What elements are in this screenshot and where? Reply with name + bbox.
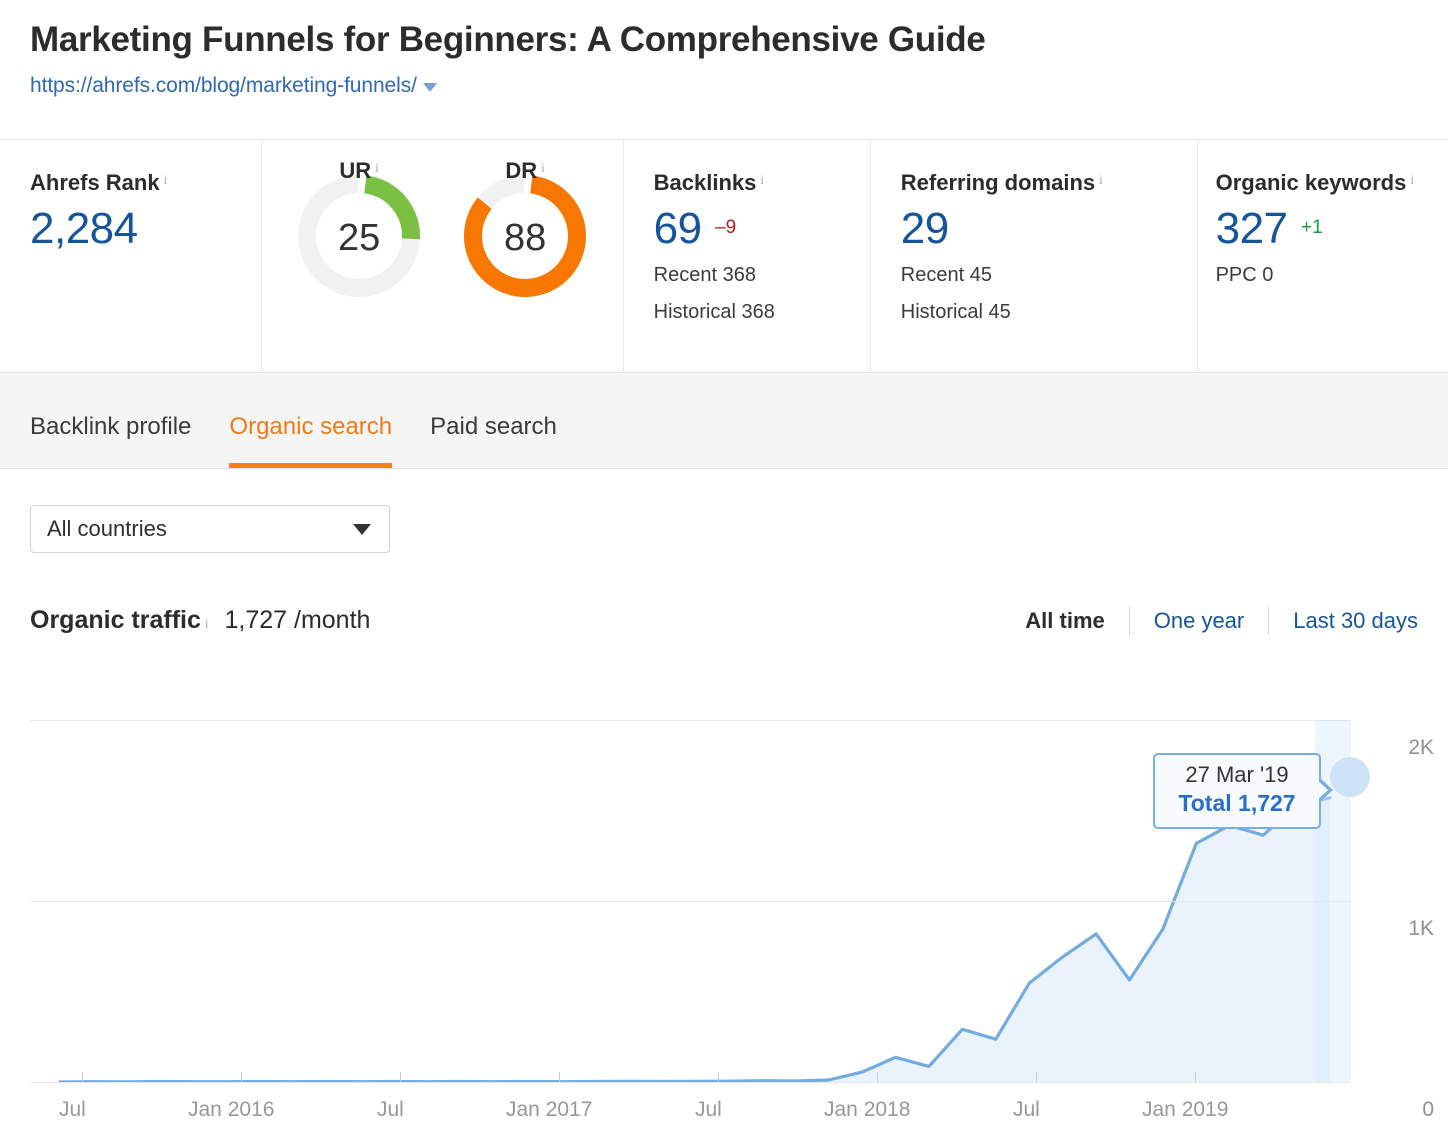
- chart-tooltip: 27 Mar '19 Total 1,727: [1153, 753, 1321, 829]
- page-header: Marketing Funnels for Beginners: A Compr…: [0, 0, 1448, 140]
- chevron-down-icon: [353, 524, 371, 535]
- filter-row: All countries: [0, 469, 1448, 553]
- tab-paid-search[interactable]: Paid search: [430, 413, 557, 468]
- info-icon[interactable]: i: [1099, 172, 1103, 187]
- country-select[interactable]: All countries: [30, 505, 390, 553]
- metric-organic-keywords: Organic keywordsi 327 +1 PPC 0: [1198, 140, 1448, 372]
- info-icon[interactable]: i: [164, 172, 168, 187]
- xtick: [82, 1072, 83, 1082]
- tooltip-date: 27 Mar '19: [1167, 762, 1307, 788]
- metric-label-dr: DR: [505, 158, 537, 184]
- metric-referring-domains-historical: Historical 45: [901, 295, 1197, 329]
- metric-delta-organic-keywords: +1: [1301, 217, 1323, 238]
- time-range-links: All time One year Last 30 days: [1001, 607, 1418, 635]
- metric-value-referring-domains: 29: [901, 204, 949, 255]
- metric-backlinks-recent: Recent 368: [654, 258, 870, 292]
- tab-backlink-profile[interactable]: Backlink profile: [30, 413, 191, 468]
- range-last-30-days[interactable]: Last 30 days: [1269, 608, 1418, 634]
- metric-value-organic-keywords: 327: [1216, 204, 1288, 255]
- metric-ppc: PPC 0: [1216, 258, 1448, 292]
- metric-referring-domains: Referring domains i 29 Recent 45 Historic…: [871, 140, 1198, 372]
- metrics-bar: Ahrefs Rank i 2,284 URi 25 DRi 88 Backlin…: [0, 140, 1448, 373]
- range-all-time[interactable]: All time: [1001, 608, 1128, 634]
- info-icon[interactable]: i: [375, 160, 379, 175]
- gauge-ur: URi 25: [289, 162, 429, 302]
- xtick: [718, 1072, 719, 1082]
- organic-traffic-label: Organic traffic: [30, 606, 201, 635]
- page-url-row[interactable]: https://ahrefs.com/blog/marketing-funnel…: [30, 74, 1418, 98]
- ytick-label-0: 0: [1422, 1098, 1434, 1122]
- info-icon[interactable]: i: [205, 616, 209, 632]
- metric-label-ahrefs-rank: Ahrefs Rank: [30, 170, 160, 196]
- metric-label-organic-keywords: Organic keywords: [1216, 170, 1407, 196]
- xtick: [1195, 1072, 1196, 1082]
- xtick-label: Jul: [377, 1098, 404, 1122]
- ytick-label-2k: 2K: [1408, 736, 1434, 760]
- info-icon[interactable]: i: [1410, 172, 1414, 187]
- xtick: [559, 1072, 560, 1082]
- metric-delta-backlinks: –9: [715, 217, 736, 238]
- xtick: [877, 1072, 878, 1082]
- xtick-label: Jan 2017: [506, 1098, 592, 1122]
- info-icon[interactable]: i: [541, 160, 545, 175]
- tooltip-total: Total 1,727: [1167, 790, 1307, 817]
- range-one-year[interactable]: One year: [1130, 608, 1269, 634]
- info-icon[interactable]: i: [760, 172, 764, 187]
- gauge-dr-title: DR i: [455, 158, 595, 184]
- xtick-label: Jan 2019: [1142, 1098, 1228, 1122]
- xtick-label: Jan 2018: [824, 1098, 910, 1122]
- xtick-label: Jul: [1013, 1098, 1040, 1122]
- xtick-label: Jul: [59, 1098, 86, 1122]
- tab-organic-search[interactable]: Organic search: [229, 413, 392, 468]
- ytick-label-1k: 1K: [1408, 917, 1434, 941]
- gauge-ur-title: UR i: [289, 158, 429, 184]
- metric-label-backlinks: Backlinks: [654, 170, 757, 196]
- metric-value-ahrefs-rank: 2,284: [30, 204, 138, 255]
- tooltip-arrow: [1319, 777, 1333, 803]
- chevron-down-icon[interactable]: [423, 83, 437, 92]
- gridline-0: [30, 1082, 1350, 1083]
- metric-referring-domains-recent: Recent 45: [901, 258, 1197, 292]
- page-url-link[interactable]: https://ahrefs.com/blog/marketing-funnel…: [30, 74, 417, 98]
- xtick-label: Jul: [695, 1098, 722, 1122]
- page-title: Marketing Funnels for Beginners: A Compr…: [30, 18, 1418, 62]
- organic-traffic-header: Organic traffici 1,727 /month All time O…: [0, 606, 1448, 635]
- tab-bar: Backlink profile Organic search Paid sea…: [0, 373, 1448, 469]
- gridline-1k: [30, 901, 1350, 902]
- gridline-2k: [30, 720, 1350, 721]
- country-select-value: All countries: [47, 516, 167, 542]
- xtick: [1036, 1072, 1037, 1082]
- metric-label-ur: UR: [339, 158, 371, 184]
- xtick: [241, 1072, 242, 1082]
- metric-backlinks-historical: Historical 368: [654, 295, 870, 329]
- xtick-label: Jan 2016: [188, 1098, 274, 1122]
- metric-backlinks: Backlinksi 69 –9 Recent 368 Historical 3…: [624, 140, 871, 372]
- organic-traffic-value: 1,727 /month: [225, 606, 371, 635]
- xtick: [400, 1072, 401, 1082]
- chart-datapoint-marker: [1330, 757, 1370, 797]
- gauge-dr: DRi 88: [455, 162, 595, 302]
- metric-gauges: URi 25 DRi 88: [262, 140, 624, 372]
- metric-ahrefs-rank: Ahrefs Rank i 2,284: [0, 140, 262, 372]
- metric-value-backlinks: 69: [654, 204, 702, 255]
- chart-plot: [30, 720, 1350, 1082]
- metric-label-referring-domains: Referring domains: [901, 170, 1095, 196]
